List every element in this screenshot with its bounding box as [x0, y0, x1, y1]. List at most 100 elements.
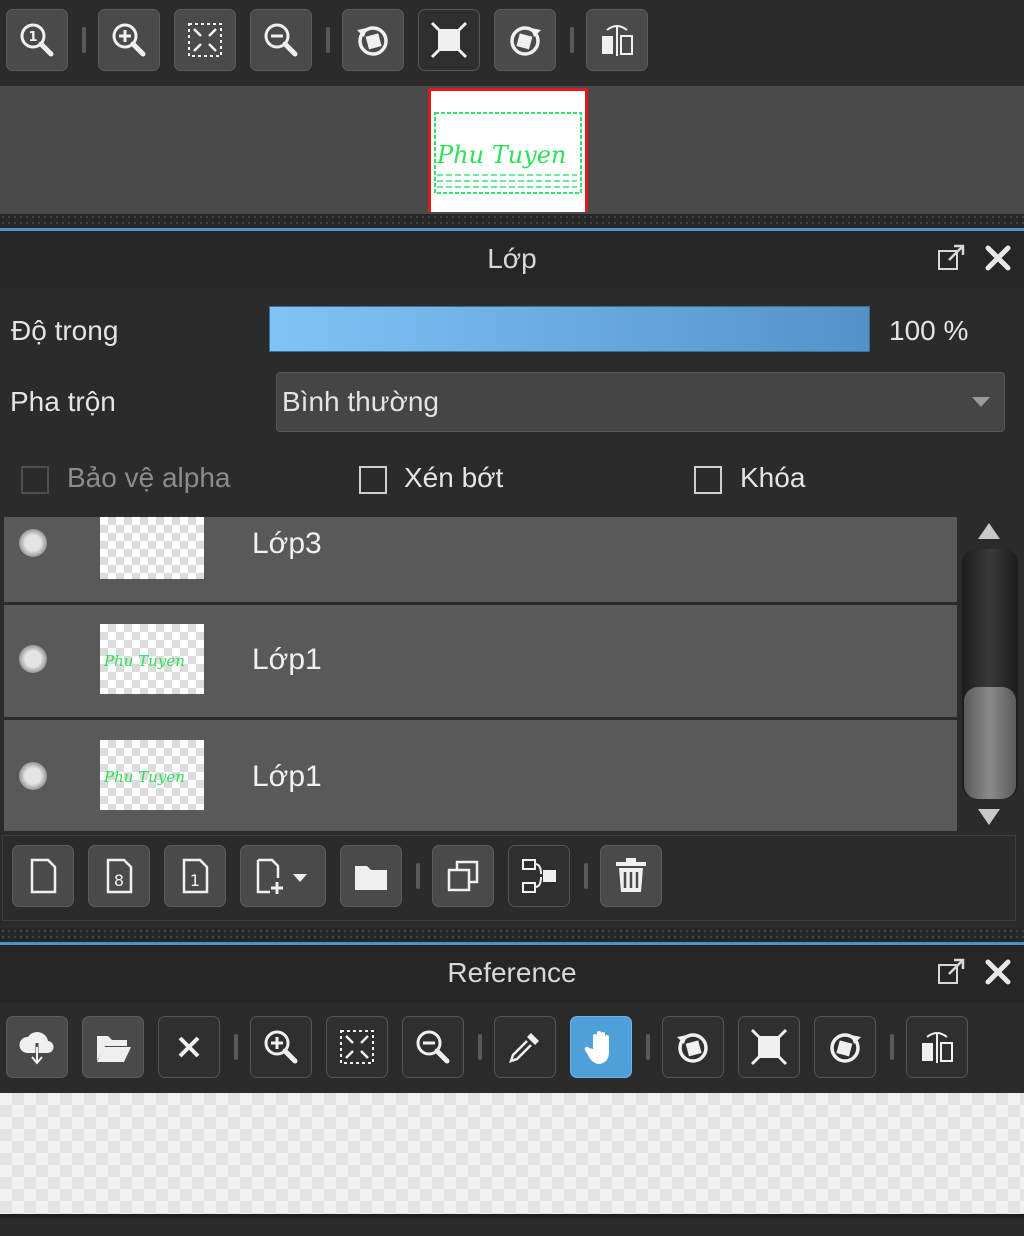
- canvas-thumbnail[interactable]: Phu Tuyen: [428, 88, 588, 212]
- layer-panel-title: Lớp: [487, 243, 537, 274]
- new-folder-icon: [355, 866, 387, 890]
- new-folder-button[interactable]: [340, 845, 402, 907]
- undock-icon[interactable]: [936, 957, 966, 987]
- scroll-up-icon[interactable]: [976, 521, 1002, 541]
- toolbar-separator: [326, 27, 330, 53]
- splitter-handle[interactable]: [0, 214, 1024, 228]
- layer-row[interactable]: Phu Tuyen Lớp1: [4, 720, 957, 831]
- ref-fit-screen-button[interactable]: [326, 1016, 388, 1078]
- reference-toolbar: [6, 1016, 968, 1078]
- thumbnail-drawing: Phu Tuyen: [434, 112, 582, 194]
- hand-tool-button[interactable]: [570, 1016, 632, 1078]
- rotate-right-icon: [510, 26, 541, 56]
- duplicate-layer-icon: [447, 860, 479, 892]
- visibility-toggle[interactable]: [19, 762, 47, 790]
- layer-row[interactable]: Lớp3: [4, 517, 957, 602]
- zoom-in-icon: [264, 1030, 298, 1064]
- scroll-down-icon[interactable]: [976, 807, 1002, 827]
- toolbar-separator: [890, 1034, 894, 1060]
- toolbar-separator: [584, 863, 588, 889]
- visibility-toggle[interactable]: [19, 529, 47, 557]
- duplicate-layer-button[interactable]: [432, 845, 494, 907]
- reference-canvas[interactable]: [0, 1093, 1024, 1214]
- bottom-edge: [0, 1214, 1024, 1236]
- fit-screen-icon: [340, 1030, 374, 1064]
- blend-mode-select[interactable]: Bình thường: [276, 372, 1005, 432]
- layer-name: Lớp1: [252, 643, 322, 676]
- ref-rotate-left-button[interactable]: [662, 1016, 724, 1078]
- clear-icon: [178, 1036, 200, 1058]
- layer-panel-header: Lớp: [0, 228, 1024, 288]
- merge-down-icon: [522, 859, 556, 893]
- new-8bit-layer-button[interactable]: 8: [88, 845, 150, 907]
- ref-rotate-right-button[interactable]: [814, 1016, 876, 1078]
- undock-icon[interactable]: [936, 243, 966, 273]
- rotate-left-button[interactable]: [342, 9, 404, 71]
- zoom-out-icon: [416, 1030, 450, 1064]
- close-icon[interactable]: [983, 957, 1013, 987]
- close-icon[interactable]: [983, 243, 1013, 273]
- toolbar-separator: [416, 863, 420, 889]
- reset-view-icon: [430, 21, 468, 59]
- thumbnail-text: Phu Tuyen: [436, 141, 566, 169]
- visibility-toggle[interactable]: [19, 645, 47, 673]
- new-layer-button[interactable]: [12, 845, 74, 907]
- toolbar-separator: [646, 1034, 650, 1060]
- ref-zoom-in-button[interactable]: [250, 1016, 312, 1078]
- layer-thumbnail: [100, 517, 204, 579]
- ref-zoom-out-button[interactable]: [402, 1016, 464, 1078]
- open-folder-icon: [97, 1036, 131, 1062]
- load-reference-button[interactable]: [6, 1016, 68, 1078]
- rotate-right-icon: [830, 1033, 861, 1063]
- navigator-toolbar: 1: [6, 9, 662, 71]
- add-layer-dropdown-button[interactable]: [240, 845, 326, 907]
- chevron-down-icon: [972, 397, 990, 407]
- clipping-checkbox[interactable]: [359, 466, 387, 494]
- reference-panel-header: Reference: [0, 942, 1024, 1002]
- open-folder-button[interactable]: [82, 1016, 144, 1078]
- svg-text:1: 1: [190, 871, 200, 890]
- new-1bit-layer-button[interactable]: 1: [164, 845, 226, 907]
- protect-alpha-label: Bảo vệ alpha: [67, 462, 231, 493]
- lock-checkbox[interactable]: [694, 466, 722, 494]
- layer-name: Lớp1: [252, 760, 322, 793]
- toolbar-separator: [478, 1034, 482, 1060]
- rotate-left-icon: [357, 26, 388, 56]
- ref-flip-horizontal-button[interactable]: [906, 1016, 968, 1078]
- layer-toolbar: 8 1: [12, 845, 676, 907]
- layer-thumbnail-text: Phu Tuyen: [103, 768, 185, 786]
- opacity-label: Độ trong: [11, 315, 119, 346]
- new-layer-icon: [30, 858, 57, 894]
- svg-text:8: 8: [114, 871, 124, 890]
- fit-screen-button[interactable]: [174, 9, 236, 71]
- eyedropper-button[interactable]: [494, 1016, 556, 1078]
- splitter-handle[interactable]: [0, 928, 1024, 942]
- zoom-actual-button[interactable]: 1: [6, 9, 68, 71]
- layer-thumbnail: Phu Tuyen: [100, 740, 204, 810]
- navigator-preview[interactable]: Phu Tuyen: [0, 86, 1024, 214]
- svg-text:1: 1: [28, 30, 37, 45]
- reference-panel-title: Reference: [447, 957, 577, 988]
- flip-horizontal-button[interactable]: [586, 9, 648, 71]
- layer-list-scrollbar[interactable]: [962, 517, 1018, 831]
- protect-alpha-checkbox[interactable]: [21, 466, 49, 494]
- eyedropper-icon: [509, 1033, 539, 1063]
- reset-view-icon: [750, 1028, 788, 1066]
- toolbar-separator: [570, 27, 574, 53]
- merge-down-button[interactable]: [508, 845, 570, 907]
- delete-layer-button[interactable]: [600, 845, 662, 907]
- ref-reset-view-button[interactable]: [738, 1016, 800, 1078]
- layer-row[interactable]: Phu Tuyen Lớp1: [4, 605, 957, 717]
- opacity-slider[interactable]: [269, 306, 870, 352]
- flip-horizontal-icon: [602, 25, 633, 56]
- layer-list[interactable]: Lớp3 Phu Tuyen Lớp1 Phu Tuyen Lớp1: [0, 517, 960, 831]
- rotate-right-button[interactable]: [494, 9, 556, 71]
- add-layer-dropdown-icon: [256, 858, 307, 894]
- scrollbar-thumb[interactable]: [964, 687, 1016, 799]
- zoom-in-button[interactable]: [98, 9, 160, 71]
- clear-reference-button[interactable]: [158, 1016, 220, 1078]
- layer-thumbnail-drawing: Phu Tuyen: [103, 652, 185, 670]
- reset-view-button[interactable]: [418, 9, 480, 71]
- zoom-out-button[interactable]: [250, 9, 312, 71]
- opacity-value: 100 %: [889, 315, 969, 346]
